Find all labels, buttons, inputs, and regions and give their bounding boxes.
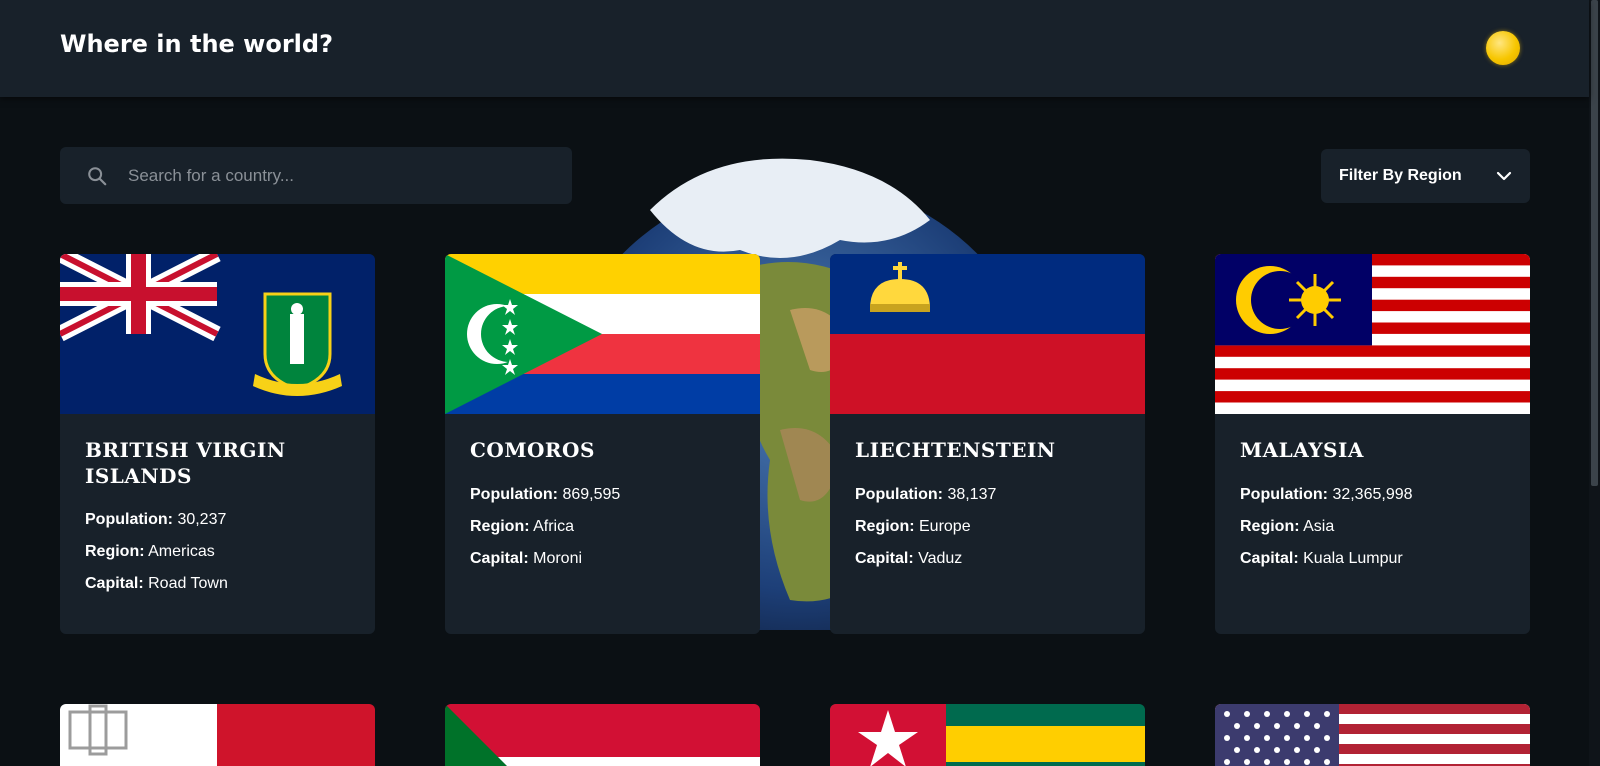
page-title: Where in the world?	[60, 30, 333, 58]
flag-togo	[830, 704, 1145, 766]
scrollbar[interactable]	[1589, 0, 1600, 766]
chevron-down-icon	[1496, 171, 1512, 181]
country-card[interactable]: British Virgin Islands Population: 30,23…	[60, 254, 375, 634]
stat-region: Region: Asia	[1240, 518, 1335, 535]
stat-region: Region: Americas	[85, 543, 215, 560]
search-icon	[88, 167, 107, 186]
scrollbar-thumb[interactable]	[1591, 0, 1598, 486]
sun-icon[interactable]	[1486, 31, 1520, 65]
country-card-togo[interactable]	[830, 704, 1145, 766]
stat-population: Population: 32,365,998	[1240, 486, 1413, 503]
country-name: Malaysia	[1240, 438, 1364, 462]
stat-population: Population: 38,137	[855, 486, 997, 503]
stat-population: Population: 30,237	[85, 511, 227, 528]
region-filter-dropdown[interactable]: Filter By Region	[1321, 149, 1530, 203]
flag-comoros	[445, 254, 760, 414]
stat-population: Population: 869,595	[470, 486, 621, 503]
country-card-sudan[interactable]	[445, 704, 760, 766]
search-input[interactable]	[128, 147, 548, 204]
stat-capital: Capital: Vaduz	[855, 550, 963, 567]
country-card-malta[interactable]	[60, 704, 375, 766]
flag-malaysia	[1215, 254, 1530, 414]
stat-capital: Capital: Road Town	[85, 575, 228, 592]
country-card[interactable]: Comoros Population: 869,595 Region: Afri…	[445, 254, 760, 634]
stat-region: Region: Europe	[855, 518, 971, 535]
flag-malta	[60, 704, 375, 766]
stat-region: Region: Africa	[470, 518, 575, 535]
flag-sudan	[445, 704, 760, 766]
flag-british-virgin-islands	[60, 254, 375, 414]
country-stats: Population: 38,137 Region: Europe Capita…	[855, 485, 1125, 581]
filter-label: Filter By Region	[1339, 167, 1462, 184]
search-box	[60, 147, 572, 204]
country-stats: Population: 30,237 Region: Americas Capi…	[85, 510, 355, 606]
country-stats: Population: 869,595 Region: Africa Capit…	[470, 485, 740, 581]
stat-capital: Capital: Moroni	[470, 550, 583, 567]
flag-united-states	[1215, 704, 1530, 766]
country-card-united-states[interactable]	[1215, 704, 1530, 766]
country-card[interactable]: Malaysia Population: 32,365,998 Region: …	[1215, 254, 1530, 634]
country-card[interactable]: Liechtenstein Population: 38,137 Region:…	[830, 254, 1145, 634]
flag-liechtenstein	[830, 254, 1145, 414]
country-name: Liechtenstein	[855, 438, 1056, 462]
app-header: Where in the world?	[0, 0, 1589, 97]
stat-capital: Capital: Kuala Lumpur	[1240, 550, 1403, 567]
country-name: Comoros	[470, 438, 595, 462]
country-stats: Population: 32,365,998 Region: Asia Capi…	[1240, 485, 1510, 581]
country-name: British Virgin Islands	[85, 438, 286, 488]
